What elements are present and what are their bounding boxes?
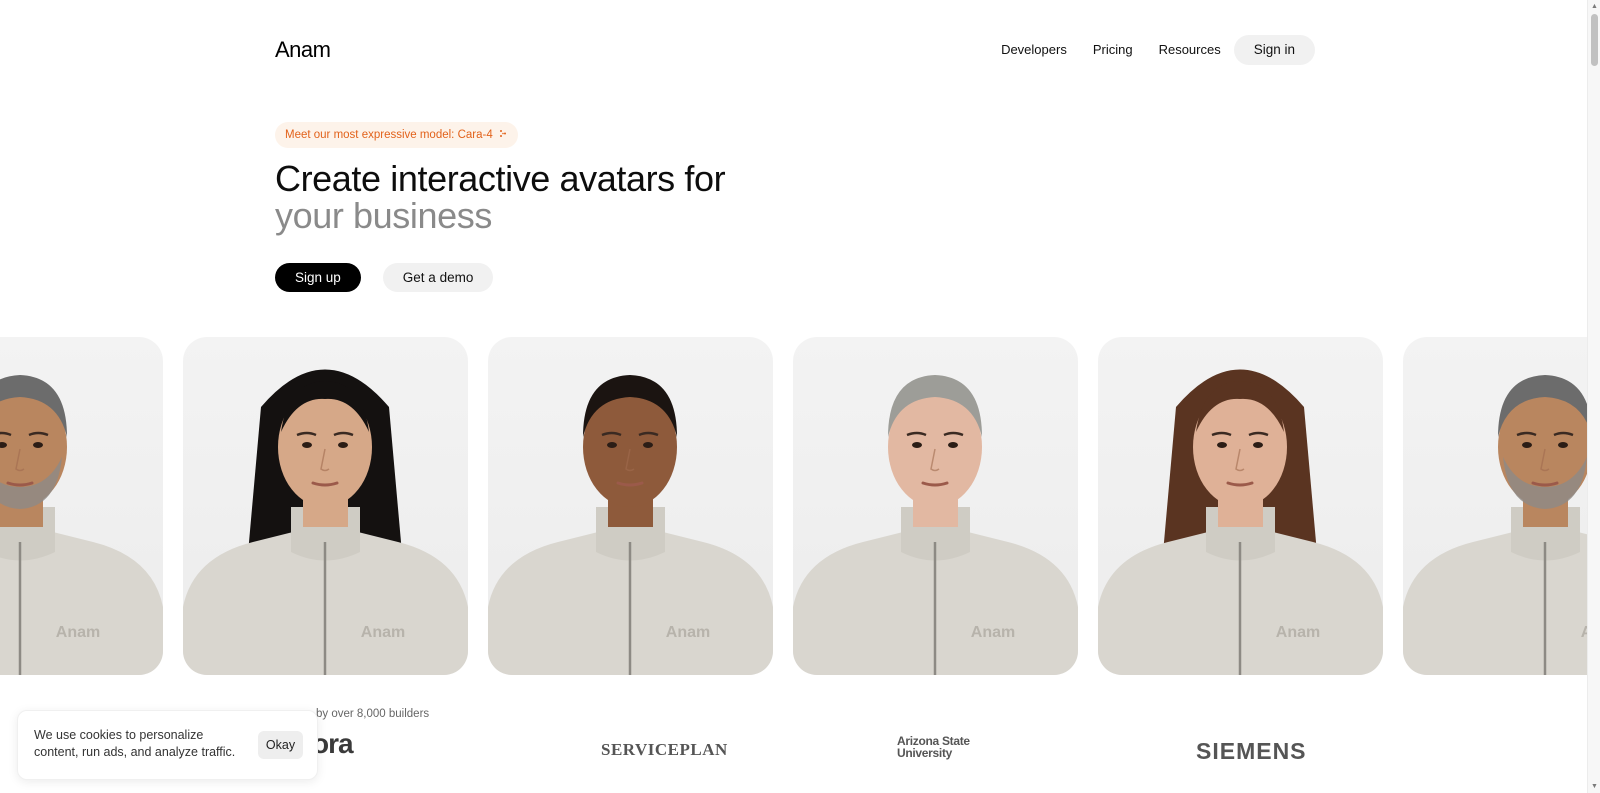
avatar-portrait: Anam: [1403, 375, 1587, 675]
logo-asu-line2: University: [897, 746, 953, 760]
logo-serviceplan: SERVICEPLAN: [601, 740, 728, 759]
avatar-card[interactable]: Anam: [1403, 337, 1587, 675]
shirt-logo-text: Anam: [361, 624, 405, 641]
main-nav: Developers Pricing Resources Sign in: [988, 35, 1315, 65]
avatar-portrait: Anam: [183, 369, 468, 675]
hero-title: Create interactive avatars for your busi…: [275, 158, 726, 236]
shirt-logo-text: Anam: [56, 624, 100, 641]
avatar-card[interactable]: Anam: [183, 337, 468, 675]
hero-title-line1: Create interactive avatars for: [275, 158, 726, 199]
avatar-portrait: Anam: [1098, 369, 1383, 675]
shirt-logo-text: Anam: [971, 624, 1015, 641]
nav-link-developers[interactable]: Developers: [988, 35, 1080, 65]
page: Anam Developers Pricing Resources Sign i…: [0, 0, 1587, 793]
scroll-down-arrow-icon[interactable]: ▼: [1588, 780, 1600, 793]
avatar-portrait: Anam: [488, 375, 773, 675]
avatar-portrait: Anam: [793, 375, 1078, 675]
avatar-carousel[interactable]: Anam Anam Anam Anam Anam Anam: [0, 337, 1587, 675]
avatar-card[interactable]: Anam: [0, 337, 163, 675]
cookie-okay-button[interactable]: Okay: [258, 731, 303, 759]
sparkle-icon: [499, 129, 508, 141]
avatar-card[interactable]: Anam: [488, 337, 773, 675]
model-announcement-badge[interactable]: Meet our most expressive model: Cara-4: [275, 122, 518, 148]
nav-link-pricing[interactable]: Pricing: [1080, 35, 1146, 65]
shirt-logo-text: Anam: [1276, 624, 1320, 641]
sign-up-button[interactable]: Sign up: [275, 263, 361, 292]
nav-link-resources[interactable]: Resources: [1146, 35, 1234, 65]
avatar-portrait: Anam: [0, 375, 163, 675]
get-demo-button[interactable]: Get a demo: [382, 263, 494, 292]
logo-siemens: SIEMENS: [1196, 738, 1307, 764]
badge-text: Meet our most expressive model: Cara-4: [285, 129, 493, 141]
logo-ora: ora: [312, 728, 354, 759]
site-header: Anam Developers Pricing Resources Sign i…: [275, 35, 1315, 65]
brand-logo[interactable]: Anam: [275, 37, 331, 63]
scroll-thumb[interactable]: [1591, 14, 1598, 66]
avatar-card[interactable]: Anam: [793, 337, 1078, 675]
cookie-banner: We use cookies to personalize content, r…: [17, 710, 318, 780]
sign-in-button[interactable]: Sign in: [1233, 35, 1315, 65]
avatar-card[interactable]: Anam: [1098, 337, 1383, 675]
trusted-by-text: by over 8,000 builders: [316, 708, 430, 720]
cookie-text: We use cookies to personalize content, r…: [34, 728, 236, 759]
logo-arizona-state-university: Arizona State University: [897, 735, 970, 759]
hero-title-line2: your business: [275, 195, 492, 236]
shirt-logo-text: Anam: [666, 624, 710, 641]
page-scrollbar[interactable]: ▲ ▼: [1587, 0, 1600, 793]
scroll-up-arrow-icon[interactable]: ▲: [1588, 0, 1600, 13]
hero-cta-row: Sign up Get a demo: [275, 263, 494, 292]
